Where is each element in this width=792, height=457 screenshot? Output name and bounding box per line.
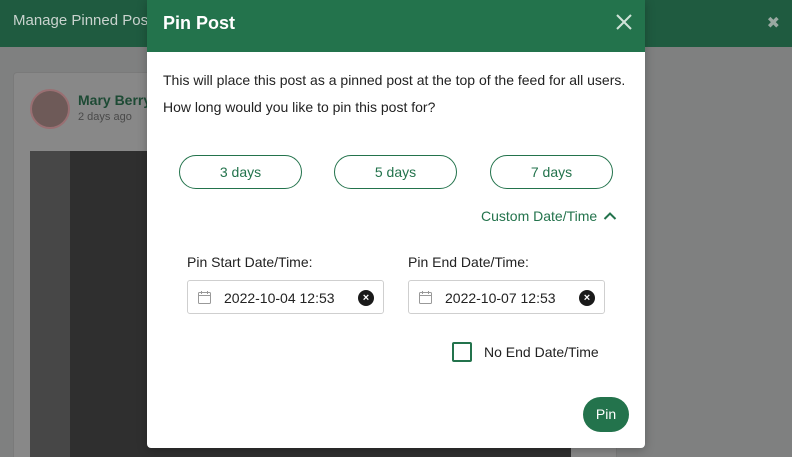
no-end-date-checkbox[interactable] [452,342,472,362]
duration-question: How long would you like to pin this post… [163,99,436,115]
calendar-icon [198,291,211,304]
modal-body: This will place this post as a pinned po… [147,52,645,115]
clear-start-date-icon[interactable]: × [358,290,374,306]
pin-post-modal: Pin Post This will place this post as a … [147,0,645,448]
clear-end-date-icon[interactable]: × [579,290,595,306]
chevron-up-icon [603,212,617,220]
pin-start-date-input[interactable]: 2022-10-04 12:53 × [187,280,384,314]
close-icon[interactable] [615,13,633,31]
modal-description: This will place this post as a pinned po… [163,72,626,88]
duration-7-days-button[interactable]: 7 days [490,155,613,189]
duration-3-days-button[interactable]: 3 days [179,155,302,189]
background-page-title: Manage Pinned Posts [13,12,160,29]
calendar-icon [419,291,432,304]
modal-title: Pin Post [163,13,236,33]
background-post-author: Mary Berry [78,92,152,108]
background-post-image-shade [30,151,70,457]
background-close-icon: ✖ [766,15,780,32]
pin-end-date-input[interactable]: 2022-10-07 12:53 × [408,280,605,314]
pin-end-date-value: 2022-10-07 12:53 [445,290,556,306]
pin-start-date-value: 2022-10-04 12:53 [224,290,335,306]
duration-5-days-button[interactable]: 5 days [334,155,457,189]
background-post-time: 2 days ago [78,111,132,123]
no-end-date-label: No End Date/Time [484,344,599,360]
pin-start-label: Pin Start Date/Time: [187,254,313,270]
pin-end-label: Pin End Date/Time: [408,254,529,270]
avatar [30,89,70,129]
duration-options: 3 days 5 days 7 days [179,155,613,189]
custom-date-time-label: Custom Date/Time [481,208,598,224]
modal-header: Pin Post [147,0,645,52]
pin-button[interactable]: Pin [583,397,629,432]
custom-date-time-toggle[interactable]: Custom Date/Time [481,208,617,224]
